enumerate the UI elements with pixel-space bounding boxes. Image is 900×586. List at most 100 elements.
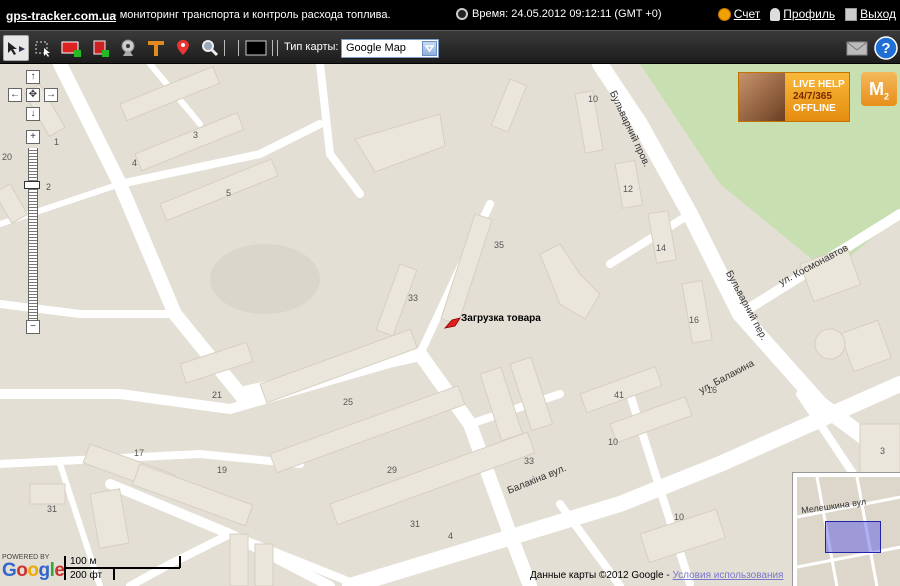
add-route-button[interactable]: [87, 35, 113, 61]
building-number: 3: [880, 446, 886, 456]
route-add-icon: [93, 40, 109, 57]
building-number: 14: [656, 243, 667, 253]
zoom-in-button[interactable]: +: [26, 130, 40, 144]
coin-icon: [717, 7, 731, 21]
live-help-status: OFFLINE: [793, 103, 836, 114]
m2-badge[interactable]: M2: [861, 72, 897, 106]
building-number: 31: [47, 504, 58, 514]
building-number: 31: [410, 519, 421, 529]
zoom-slider-track[interactable]: [28, 148, 38, 320]
building-number: 10: [674, 512, 685, 522]
m2-badge-text: M: [868, 79, 884, 99]
map-scale: 100 м 200 фт: [64, 556, 182, 582]
envelope-icon: [846, 41, 868, 56]
building-number: 25: [343, 397, 354, 407]
toolbar-divider: [277, 40, 278, 56]
overview-map-tiles: Мелешкина вул: [797, 477, 900, 586]
toolbar-divider: [238, 40, 239, 56]
scale-imperial: 200 фт: [70, 570, 103, 581]
map-type-select[interactable]: Google Map: [341, 39, 439, 58]
map-type-value: Google Map: [346, 42, 406, 54]
top-bar: gps-tracker.com.ua - мониторинг транспор…: [0, 0, 900, 30]
console-button[interactable]: [243, 35, 269, 61]
toolbar: Тип карты: Google Map ?: [0, 30, 900, 64]
building-number: 17: [134, 448, 145, 458]
area-select-button[interactable]: [30, 35, 56, 61]
map-type-label: Тип карты:: [284, 41, 339, 53]
terms-link[interactable]: Условия использования: [672, 570, 783, 581]
google-logo[interactable]: Google: [2, 560, 65, 582]
building-number: 12: [623, 184, 634, 194]
app-window: gps-tracker.com.ua - мониторинг транспор…: [0, 0, 900, 586]
building-number: 1: [54, 137, 60, 147]
building-number: 33: [408, 293, 419, 303]
vehicle-marker-label[interactable]: Загрузка товара: [461, 313, 541, 324]
clock-icon: [456, 8, 468, 20]
building-number: 20: [2, 152, 13, 162]
pan-left-button[interactable]: ←: [8, 88, 22, 102]
site-link[interactable]: gps-tracker.com.ua: [6, 9, 116, 23]
server-time-text: Время: 24.05.2012 09:12:11 (GMT +0): [472, 8, 662, 20]
building-number: 33: [524, 456, 535, 466]
building-number: 16: [689, 315, 700, 325]
pan-up-button[interactable]: ↑: [26, 70, 40, 84]
live-help-title: LIVE HELP: [793, 79, 845, 90]
logout-icon: [845, 7, 858, 21]
webcam-button[interactable]: [115, 35, 141, 61]
overview-map[interactable]: Мелешкина вул: [792, 472, 900, 586]
building-number: 4: [448, 531, 454, 541]
map-copyright: Данные карты ©2012 Google - Условия испо…: [530, 570, 783, 581]
select-tool-button[interactable]: [3, 35, 29, 61]
logout-link[interactable]: Выход: [845, 7, 896, 21]
zoom-slider-handle[interactable]: [24, 181, 40, 189]
building-number: 4: [132, 158, 138, 168]
place-marker-button[interactable]: [170, 35, 196, 61]
building-number: 21: [212, 390, 223, 400]
building-number: 10: [608, 437, 619, 447]
toolbar-divider: [224, 40, 225, 56]
select-arrow-icon: [8, 42, 25, 55]
building-number: 5: [226, 188, 232, 198]
account-link-label: Счет: [733, 7, 761, 21]
zone-add-icon: [61, 41, 81, 57]
chevron-down-icon: [422, 41, 437, 56]
live-help-hours: 24/7/365: [793, 91, 832, 102]
building-number: 3: [193, 130, 199, 140]
building-number: 2: [46, 182, 52, 192]
ruler-icon: [148, 41, 164, 56]
account-link[interactable]: Счет: [717, 7, 761, 21]
profile-link[interactable]: Профиль: [770, 7, 835, 21]
building-number: 41: [614, 390, 625, 400]
zoom-out-button[interactable]: −: [26, 320, 40, 334]
messages-button[interactable]: [844, 35, 870, 61]
terminal-icon: [245, 40, 267, 56]
zoom-area-icon: [35, 41, 50, 57]
pan-right-button[interactable]: →: [44, 88, 58, 102]
user-icon: [770, 7, 781, 21]
toolbar-divider: [272, 40, 273, 56]
pan-center-button[interactable]: ✥: [26, 88, 40, 102]
pan-down-button[interactable]: ↓: [26, 107, 40, 121]
map-canvas[interactable]: 3 5 4 2 20 1 10 12 14 35 33 16 21 25 41 …: [0, 64, 900, 586]
building-number: 35: [494, 240, 505, 250]
measure-button[interactable]: [143, 35, 169, 61]
webcam-icon: [121, 39, 135, 56]
overview-viewport[interactable]: [825, 521, 881, 553]
add-zone-button[interactable]: [58, 35, 84, 61]
svg-text:?: ?: [881, 40, 890, 57]
building-number: 10: [588, 94, 599, 104]
scale-metric: 100 м: [70, 556, 97, 567]
site-tagline: - мониторинг транспорта и контроль расхо…: [113, 9, 391, 21]
building-number: 19: [217, 465, 228, 475]
copyright-text: Данные карты ©2012 Google -: [530, 570, 670, 581]
server-time: Время: 24.05.2012 09:12:11 (GMT +0): [456, 8, 662, 20]
logout-link-label: Выход: [860, 7, 896, 21]
help-button[interactable]: ?: [873, 35, 899, 61]
search-tool-button[interactable]: [197, 35, 223, 61]
profile-link-label: Профиль: [783, 7, 836, 21]
map-pin-icon: [177, 40, 189, 55]
help-icon: ?: [874, 36, 898, 60]
magnifier-icon: [202, 40, 219, 57]
live-help-banner[interactable]: LIVE HELP 24/7/365 OFFLINE: [738, 72, 850, 122]
user-links: Счет Профиль Выход: [717, 7, 896, 21]
